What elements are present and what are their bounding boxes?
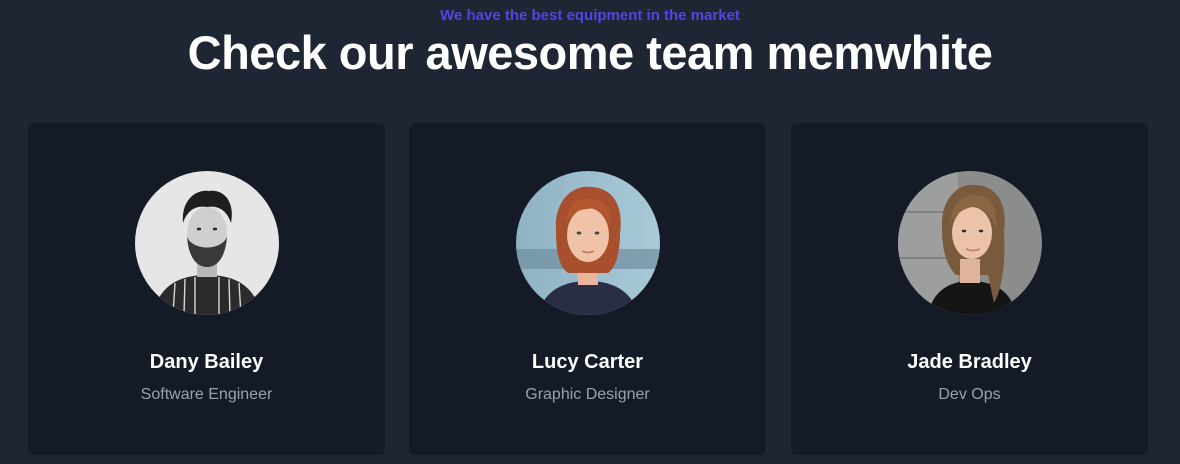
member-name: Jade Bradley (907, 351, 1032, 373)
member-name: Lucy Carter (531, 351, 644, 373)
member-role: Software Engineer (140, 386, 273, 403)
team-grid: Dany Bailey Software Engineer Lucy Carte… (28, 123, 1148, 455)
avatar (898, 171, 1042, 315)
team-card: Lucy Carter Graphic Designer (409, 123, 766, 455)
section-subtitle: We have the best equipment in the market (440, 7, 740, 24)
section-title: Check our awesome team memwhite (187, 26, 993, 79)
member-name: Dany Bailey (149, 351, 264, 373)
avatar (516, 171, 660, 315)
member-role: Dev Ops (938, 386, 1001, 403)
avatar (135, 171, 279, 315)
member-role: Graphic Designer (525, 386, 650, 403)
team-card: Dany Bailey Software Engineer (28, 123, 385, 455)
team-card: Jade Bradley Dev Ops (791, 123, 1148, 455)
